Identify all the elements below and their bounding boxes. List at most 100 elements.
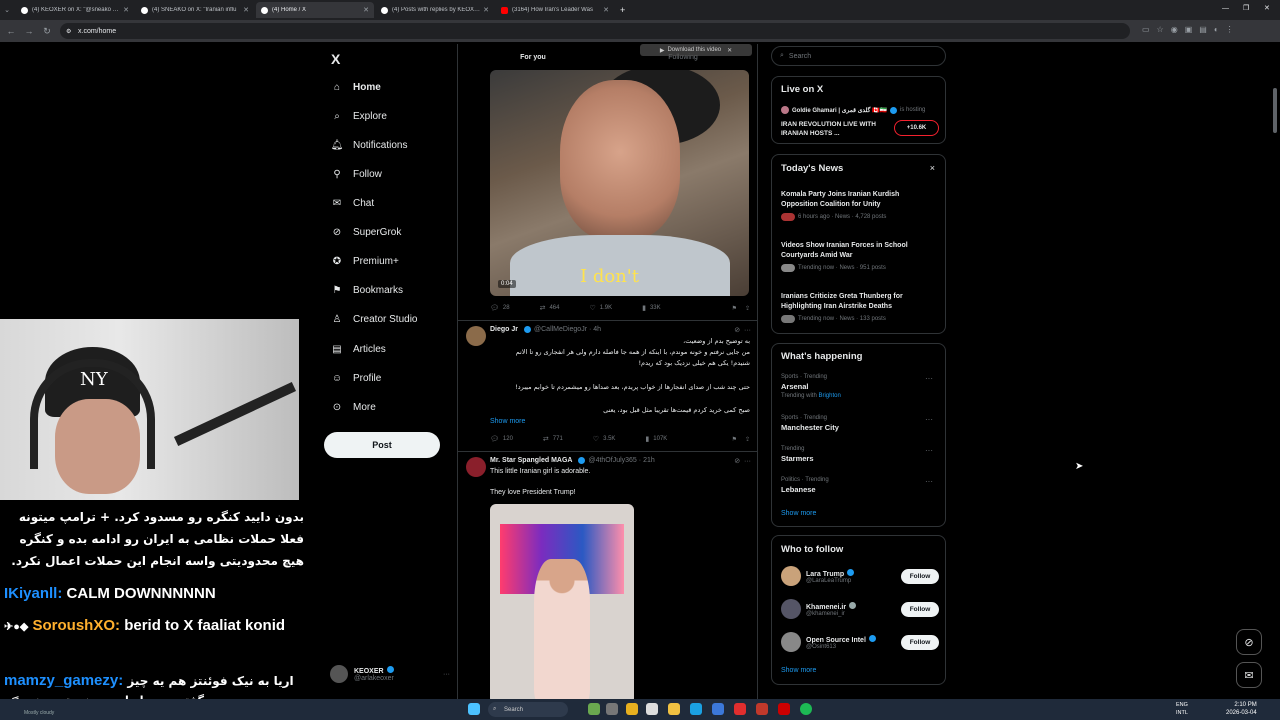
weather-widget[interactable]: Mostly cloudy <box>24 710 54 716</box>
messages-icon[interactable]: ✉ <box>1236 662 1262 688</box>
live-stream-title[interactable]: IRAN REVOLUTION LIVE WITH IRANIAN HOSTS … <box>781 120 881 138</box>
show-more-link[interactable]: Show more <box>781 510 816 517</box>
start-icon[interactable] <box>468 703 480 715</box>
live-listeners-badge[interactable]: +10.6K <box>894 120 939 136</box>
spotify-icon[interactable] <box>800 703 812 715</box>
trend-item[interactable]: Trending Starmers ··· <box>781 446 941 463</box>
news-item[interactable]: Videos Show Iranian Forces in School Cou… <box>781 241 931 272</box>
post-button[interactable]: Post <box>324 432 440 458</box>
file-explorer-icon[interactable] <box>668 703 680 715</box>
site-info-icon[interactable]: ⚙ <box>66 28 71 35</box>
nav-more[interactable]: ⊙ More <box>330 396 376 418</box>
follow-button[interactable]: Follow <box>901 568 939 584</box>
more-dots-icon[interactable]: ··· <box>925 446 933 455</box>
follow-suggestion[interactable]: Lara Trump @LaraLeaTrump Follow <box>781 565 939 587</box>
more-dots-icon[interactable]: ··· <box>744 327 751 334</box>
scrollbar[interactable] <box>1273 88 1277 133</box>
app-icon[interactable] <box>588 703 600 715</box>
close-icon[interactable]: ✕ <box>727 47 732 54</box>
views-button[interactable]: ▮ 33K <box>642 304 661 312</box>
nav-profile[interactable]: ☺ Profile <box>330 367 381 389</box>
nav-supergrok[interactable]: ⊘ SuperGrok <box>330 221 402 243</box>
repost-button[interactable]: ⇄ 464 <box>540 304 560 312</box>
show-more-link[interactable]: Show more <box>490 418 525 425</box>
post-menu[interactable]: ⊘ ··· <box>734 457 751 465</box>
reload-icon[interactable]: ↻ <box>40 26 54 37</box>
reply-button[interactable]: 💬︎ 28 <box>490 304 510 312</box>
nav-articles[interactable]: ▤ Articles <box>330 338 386 360</box>
task-view-icon[interactable] <box>606 703 618 715</box>
x-logo-icon[interactable]: X <box>331 51 340 67</box>
url-field[interactable]: ⚙ x.com/home <box>60 23 1130 39</box>
more-dots-icon[interactable]: ··· <box>925 477 933 486</box>
share-icon[interactable]: ⇪ <box>745 305 750 312</box>
news-item[interactable]: Iranians Criticize Greta Thunberg for Hi… <box>781 292 931 323</box>
bookmark-icon[interactable]: ⚑ <box>732 436 737 443</box>
more-dots-icon[interactable]: ··· <box>925 374 933 383</box>
chrome-icon[interactable] <box>626 703 638 715</box>
nav-notifications[interactable]: 🔔︎ Notifications <box>330 134 408 156</box>
search-input[interactable]: ⌕ Search <box>771 46 946 66</box>
follow-suggestion[interactable]: Open Source Intel @Osint613 Follow <box>781 631 939 653</box>
close-tab-icon[interactable]: ✕ <box>363 6 369 14</box>
app-icon[interactable] <box>712 703 724 715</box>
app-icon[interactable] <box>756 703 768 715</box>
nav-follow[interactable]: ⚲ Follow <box>330 163 382 185</box>
views-button[interactable]: ▮ 107K <box>645 435 667 443</box>
language-indicator[interactable]: ENG INTL <box>1176 701 1188 717</box>
clock[interactable]: 2:10 PM 2026-03-04 <box>1226 701 1257 717</box>
browser-tab[interactable]: (4) Posts with replies by KEOXER ✕ <box>376 2 494 18</box>
close-tab-icon[interactable]: ✕ <box>603 6 609 14</box>
download-video-pill[interactable]: ▶ Download this video ✕ <box>640 44 752 56</box>
bookmark-icon[interactable]: ⚑ <box>732 305 737 312</box>
nav-premium[interactable]: ✪ Premium+ <box>330 250 399 272</box>
app-icon[interactable] <box>778 703 790 715</box>
video-player[interactable]: I don't 0:04 <box>490 70 749 296</box>
news-item[interactable]: Komala Party Joins Iranian Kurdish Oppos… <box>781 190 931 221</box>
tab-for-you[interactable]: For you <box>458 44 608 70</box>
tab-menu-icon[interactable]: ⌄ <box>0 6 14 14</box>
nav-bookmarks[interactable]: ⚑ Bookmarks <box>330 279 404 301</box>
close-icon[interactable]: × <box>930 163 935 173</box>
follow-button[interactable]: Follow <box>901 634 939 650</box>
post-image[interactable] <box>490 504 634 699</box>
grok-icon[interactable]: ⊘ <box>734 458 740 465</box>
nav-explore[interactable]: ⌕ Explore <box>330 105 387 127</box>
app-icon[interactable] <box>734 703 746 715</box>
nav-home[interactable]: ⌂ Home <box>330 76 381 98</box>
app-icon[interactable] <box>646 703 658 715</box>
like-button[interactable]: ♡ 3.5K <box>593 435 616 443</box>
back-icon[interactable]: ← <box>4 26 18 36</box>
browser-tab[interactable]: (4) SNEAKO on X: "Iranian influ ✕ <box>136 2 254 18</box>
trend-item[interactable]: Sports · Trending Manchester City ··· <box>781 415 941 432</box>
browser-tab[interactable]: (4) KEOXER on X: "@sneako I'm ✕ <box>16 2 134 18</box>
avatar[interactable] <box>466 326 486 346</box>
like-button[interactable]: ♡ 1.9K <box>589 304 612 312</box>
grok-icon[interactable]: ⊘ <box>734 327 740 334</box>
taskbar-search[interactable]: ⌕ Search <box>488 702 568 717</box>
close-tab-icon[interactable]: ✕ <box>483 6 489 14</box>
extension-icons[interactable]: ▭☆◉▣▤◐⋮ <box>1142 25 1241 34</box>
trend-item[interactable]: Sports · Trending Arsenal Trending with … <box>781 374 941 399</box>
more-dots-icon[interactable]: ··· <box>925 415 933 424</box>
avatar[interactable] <box>466 457 486 477</box>
more-dots-icon[interactable]: ··· <box>744 458 751 465</box>
browser-tab[interactable]: (3164) How Iran's Leader Was ✕ <box>496 2 614 18</box>
more-dots-icon[interactable]: ··· <box>443 671 450 678</box>
reply-button[interactable]: 💬︎ 120 <box>490 435 513 443</box>
forward-icon[interactable]: → <box>22 26 36 36</box>
trend-item[interactable]: Politics · Trending Lebanese ··· <box>781 477 941 494</box>
follow-button[interactable]: Follow <box>901 601 939 617</box>
follow-suggestion[interactable]: Khamenei.ir @khamenei_ir Follow <box>781 598 939 620</box>
restore-icon[interactable]: ❐ <box>1243 4 1249 12</box>
grok-icon[interactable]: ⊘ <box>1236 629 1262 655</box>
share-icon[interactable]: ⇪ <box>745 436 750 443</box>
minimize-icon[interactable]: — <box>1222 5 1229 12</box>
edge-icon[interactable] <box>690 703 702 715</box>
post-menu[interactable]: ⊘ ··· <box>734 326 751 334</box>
new-tab-icon[interactable]: + <box>620 5 625 15</box>
nav-creator-studio[interactable]: ♙ Creator Studio <box>330 308 418 330</box>
close-window-icon[interactable]: ✕ <box>1264 4 1270 12</box>
close-tab-icon[interactable]: ✕ <box>123 6 129 14</box>
browser-tab-active[interactable]: (4) Home / X ✕ <box>256 2 374 18</box>
